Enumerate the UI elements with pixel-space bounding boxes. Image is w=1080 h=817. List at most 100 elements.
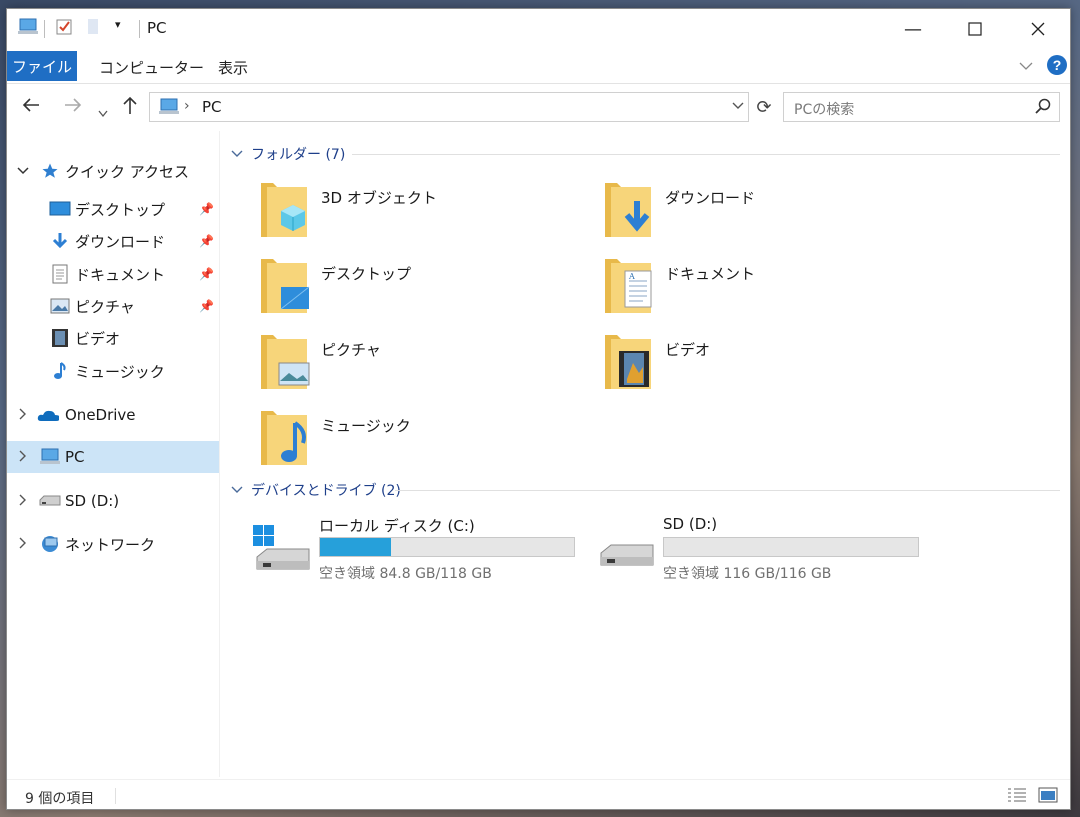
chevron-right-icon[interactable] bbox=[16, 537, 30, 552]
onedrive-icon bbox=[37, 405, 59, 425]
drive-usage-bar bbox=[319, 537, 575, 557]
folder-tile-3d-objects[interactable]: 3D オブジェクト bbox=[259, 181, 559, 249]
expand-ribbon-icon[interactable] bbox=[1018, 59, 1034, 75]
desktop-icon bbox=[49, 199, 71, 219]
folder-name: ダウンロード bbox=[665, 189, 756, 207]
group-title: フォルダー (7) bbox=[251, 147, 346, 163]
sidebar-item-sd[interactable]: SD (D:) bbox=[7, 485, 219, 517]
pc-icon bbox=[39, 447, 61, 467]
sidebar-item-network[interactable]: ネットワーク bbox=[7, 528, 219, 560]
sidebar-item-onedrive[interactable]: OneDrive bbox=[7, 399, 219, 431]
svg-text:A: A bbox=[628, 272, 635, 281]
drive-tile-d[interactable]: SD (D:) 空き領域 116 GB/116 GB bbox=[595, 515, 925, 585]
pin-icon[interactable]: 📌 bbox=[199, 299, 214, 313]
sidebar-label: デスクトップ bbox=[75, 200, 166, 219]
address-bar[interactable]: › PC bbox=[149, 92, 749, 122]
group-title: デバイスとドライブ (2) bbox=[251, 483, 401, 499]
drive-tile-c[interactable]: ローカル ディスク (C:) 空き領域 84.8 GB/118 GB bbox=[251, 515, 581, 585]
sidebar-label-onedrive: OneDrive bbox=[65, 406, 136, 424]
download-icon bbox=[605, 183, 651, 237]
explorer-window: ▾ PC — ファイル コンピューター 表示 ? › PC ⟳ PCの検索 クイ… bbox=[6, 8, 1071, 810]
chevron-right-icon[interactable] bbox=[16, 450, 30, 465]
tab-file[interactable]: ファイル bbox=[7, 51, 77, 81]
sidebar-label-network: ネットワーク bbox=[65, 535, 156, 554]
sidebar-label: ダウンロード bbox=[75, 232, 166, 251]
tab-computer[interactable]: コンピューター bbox=[99, 57, 204, 78]
customize-toolbar-icon[interactable]: ▾ bbox=[115, 18, 121, 31]
sidebar-label-sd: SD (D:) bbox=[65, 492, 120, 510]
music-icon bbox=[49, 361, 71, 381]
sidebar-item-quick-access[interactable]: クイック アクセス bbox=[7, 155, 219, 187]
chevron-down-icon[interactable] bbox=[16, 164, 30, 178]
folder-tile-downloads[interactable]: ダウンロード bbox=[603, 181, 903, 249]
search-input[interactable]: PCの検索 bbox=[783, 92, 1060, 122]
minimize-button[interactable]: — bbox=[882, 9, 944, 49]
group-header-folders[interactable]: フォルダー (7) bbox=[231, 143, 345, 165]
up-button[interactable] bbox=[122, 95, 138, 120]
help-icon[interactable]: ? bbox=[1047, 55, 1067, 75]
drive-name: SD (D:) bbox=[663, 515, 718, 533]
maximize-button[interactable] bbox=[944, 9, 1006, 49]
folder-name: 3D オブジェクト bbox=[321, 189, 437, 207]
search-icon[interactable] bbox=[1035, 98, 1051, 118]
sidebar-label-pc: PC bbox=[65, 448, 85, 466]
sidebar-item-pc[interactable]: PC bbox=[7, 441, 219, 473]
close-button[interactable] bbox=[1007, 9, 1069, 49]
sidebar-label: ピクチャ bbox=[75, 297, 135, 316]
recent-locations-button[interactable] bbox=[98, 99, 108, 123]
chevron-right-icon[interactable] bbox=[16, 494, 30, 509]
folder-tile-documents[interactable]: A ドキュメント bbox=[603, 257, 903, 325]
download-icon bbox=[49, 231, 71, 251]
properties-icon[interactable] bbox=[55, 18, 73, 36]
status-bar: 9 個の項目 bbox=[7, 779, 1070, 811]
sidebar-item-downloads[interactable]: ダウンロード 📌 bbox=[7, 225, 219, 257]
breadcrumb-separator-icon[interactable]: › bbox=[184, 98, 190, 114]
chevron-down-icon[interactable] bbox=[231, 148, 243, 161]
folder-tile-pictures[interactable]: ピクチャ bbox=[259, 333, 559, 401]
sidebar-item-music[interactable]: ミュージック bbox=[7, 355, 219, 387]
pictures-icon bbox=[261, 335, 310, 389]
drive-free-space: 空き領域 84.8 GB/118 GB bbox=[319, 566, 492, 582]
folder-tile-videos[interactable]: ビデオ bbox=[603, 333, 903, 401]
pin-icon[interactable]: 📌 bbox=[199, 267, 214, 281]
sidebar-item-videos[interactable]: ビデオ bbox=[7, 322, 219, 354]
folder-name: ビデオ bbox=[665, 341, 711, 359]
folder-tile-desktop[interactable]: デスクトップ bbox=[259, 257, 559, 325]
back-button[interactable] bbox=[21, 95, 41, 119]
ribbon: ファイル コンピューター 表示 ? bbox=[7, 49, 1070, 83]
sidebar-label-quick-access: クイック アクセス bbox=[65, 162, 190, 181]
drive-icon bbox=[39, 491, 61, 511]
folder-tile-music[interactable]: ミュージック bbox=[259, 409, 559, 477]
windows-drive-icon bbox=[253, 525, 310, 570]
group-header-devices[interactable]: デバイスとドライブ (2) bbox=[231, 479, 401, 501]
video-icon bbox=[49, 328, 71, 348]
address-dropdown-icon[interactable] bbox=[732, 99, 744, 113]
document-icon: A bbox=[605, 259, 652, 313]
tab-view[interactable]: 表示 bbox=[218, 57, 248, 78]
pin-icon[interactable]: 📌 bbox=[199, 234, 214, 248]
forward-button[interactable] bbox=[63, 95, 83, 119]
new-folder-icon[interactable] bbox=[85, 18, 101, 36]
sidebar-item-documents[interactable]: ドキュメント 📌 bbox=[7, 258, 219, 290]
refresh-icon[interactable]: ⟳ bbox=[751, 92, 777, 122]
drive-free-space: 空き領域 116 GB/116 GB bbox=[663, 566, 832, 582]
folder-name: デスクトップ bbox=[321, 265, 412, 283]
pin-icon[interactable]: 📌 bbox=[199, 202, 214, 216]
sidebar-item-desktop[interactable]: デスクトップ 📌 bbox=[7, 193, 219, 225]
title-bar: ▾ PC — bbox=[7, 9, 1070, 49]
network-icon bbox=[39, 534, 61, 554]
details-view-icon[interactable] bbox=[1006, 785, 1028, 805]
desktop-icon bbox=[261, 259, 310, 313]
sidebar-label: ミュージック bbox=[75, 362, 165, 381]
drive-icon bbox=[600, 544, 654, 566]
pc-app-icon[interactable] bbox=[17, 18, 39, 36]
sidebar-label: ドキュメント bbox=[75, 265, 166, 284]
chevron-down-icon[interactable] bbox=[231, 484, 243, 497]
star-icon bbox=[39, 161, 61, 181]
chevron-right-icon[interactable] bbox=[16, 408, 30, 423]
breadcrumb-pc[interactable]: PC bbox=[202, 98, 222, 116]
large-icons-view-icon[interactable] bbox=[1037, 785, 1059, 805]
window-title: PC bbox=[147, 19, 167, 37]
search-placeholder: PCの検索 bbox=[794, 102, 855, 118]
sidebar-item-pictures[interactable]: ピクチャ 📌 bbox=[7, 290, 219, 322]
